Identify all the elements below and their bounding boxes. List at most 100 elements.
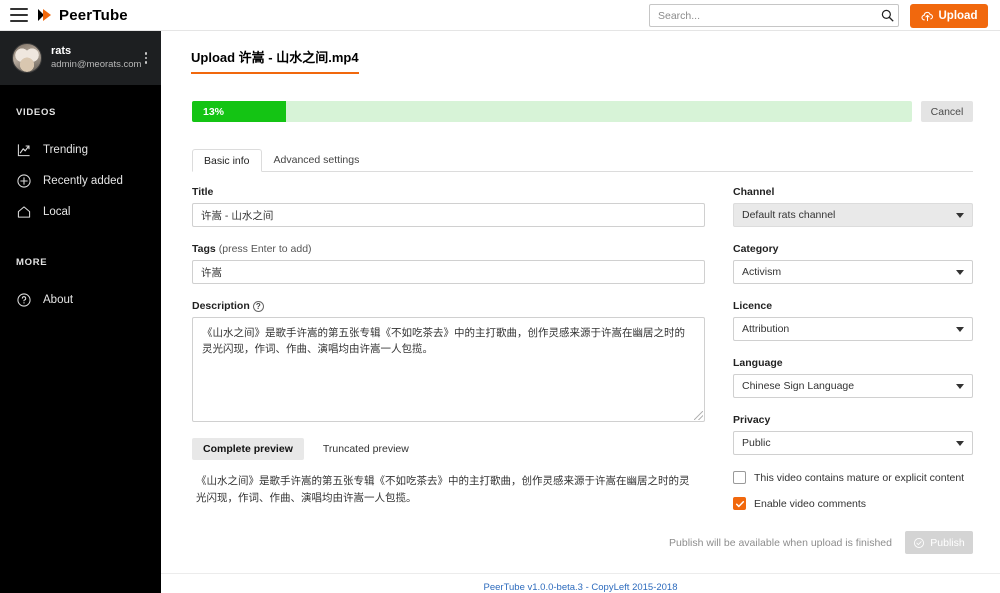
description-field-group: Description ? 《山水之间》是歌手许嵩的第五张专辑《不如吃茶去》中的… xyxy=(192,300,705,422)
chevron-down-icon xyxy=(956,383,964,389)
question-circle-icon xyxy=(16,292,43,308)
chevron-down-icon xyxy=(956,326,964,332)
enable-comments-checkbox[interactable] xyxy=(733,497,746,510)
upload-progress-label: 13% xyxy=(203,105,225,118)
language-field-group: Language Chinese Sign Language xyxy=(733,357,973,398)
publish-note: Publish will be available when upload is… xyxy=(669,536,892,549)
user-name: rats xyxy=(51,44,72,57)
sidebar: rats admin@meorats.com VIDEOS Trending R… xyxy=(0,31,161,593)
search-icon[interactable] xyxy=(876,9,898,22)
language-value: Chinese Sign Language xyxy=(742,380,855,392)
sidebar-heading-videos: VIDEOS xyxy=(16,107,57,118)
licence-value: Attribution xyxy=(742,323,790,335)
upload-button[interactable]: Upload xyxy=(910,4,988,28)
language-select[interactable]: Chinese Sign Language xyxy=(733,374,973,398)
page-title: Upload 许嵩 - 山水之间.mp4 xyxy=(191,47,359,74)
tags-field-group: Tags (press Enter to add) xyxy=(192,243,705,284)
licence-select[interactable]: Attribution xyxy=(733,317,973,341)
more-vertical-icon[interactable] xyxy=(141,52,153,64)
sidebar-item-trending[interactable]: Trending xyxy=(0,134,161,165)
title-field-group: Title xyxy=(192,186,705,227)
publish-button[interactable]: Publish xyxy=(905,531,973,554)
category-label: Category xyxy=(733,243,779,255)
plus-circle-icon xyxy=(16,173,43,189)
form-tabs: Basic info Advanced settings xyxy=(192,149,973,172)
enable-comments-label: Enable video comments xyxy=(754,497,867,510)
footer: PeerTube v1.0.0-beta.3 - CopyLeft 2015-2… xyxy=(161,573,1000,593)
logo-text: PeerTube xyxy=(59,6,128,24)
licence-label: Licence xyxy=(733,300,773,312)
category-select[interactable]: Activism xyxy=(733,260,973,284)
sidebar-item-label: About xyxy=(43,293,74,306)
tab-basic-info[interactable]: Basic info xyxy=(192,149,262,172)
check-icon xyxy=(735,500,744,507)
peertube-logo[interactable]: PeerTube xyxy=(38,7,128,24)
help-circle-icon[interactable]: ? xyxy=(252,300,264,312)
logo-mark-icon xyxy=(38,8,54,23)
title-label: Title xyxy=(192,186,214,198)
publish-button-label: Publish xyxy=(930,536,965,549)
avatar[interactable] xyxy=(12,43,42,73)
chevron-down-icon xyxy=(956,440,964,446)
title-input[interactable] xyxy=(192,203,705,227)
chevron-down-icon xyxy=(956,269,964,275)
sidebar-item-label: Recently added xyxy=(43,174,123,187)
publish-row: Publish will be available when upload is… xyxy=(192,531,973,554)
licence-field-group: Licence Attribution xyxy=(733,300,973,341)
sidebar-item-recently-added[interactable]: Recently added xyxy=(0,165,161,196)
tab-complete-preview[interactable]: Complete preview xyxy=(192,438,304,460)
description-label: Description ? xyxy=(192,300,705,312)
channel-field-group: Channel Default rats channel xyxy=(733,186,973,227)
search-box[interactable] xyxy=(649,4,899,27)
user-email: admin@meorats.com xyxy=(51,59,142,71)
mature-content-checkbox[interactable] xyxy=(733,471,746,484)
privacy-label: Privacy xyxy=(733,414,771,426)
cancel-button[interactable]: Cancel xyxy=(921,101,973,122)
description-preview-text: 《山水之间》是歌手许嵩的第五张专辑《不如吃茶去》中的主打歌曲，创作灵感来源于许嵩… xyxy=(196,475,690,504)
description-wrapper: 《山水之间》是歌手许嵩的第五张专辑《不如吃茶去》中的主打歌曲，创作灵感来源于许嵩… xyxy=(192,317,705,422)
user-info: rats admin@meorats.com xyxy=(51,45,141,72)
page-title-wrap: Upload 许嵩 - 山水之间.mp4 xyxy=(191,47,359,74)
hamburger-icon[interactable] xyxy=(10,8,28,22)
form-right-column: Channel Default rats channel Category Ac… xyxy=(733,186,973,510)
sidebar-item-local[interactable]: Local xyxy=(0,196,161,227)
category-value: Activism xyxy=(742,266,782,278)
form-left-column: Title Tags (press Enter to add) Descript… xyxy=(192,186,705,507)
chevron-down-icon xyxy=(956,212,964,218)
sidebar-heading-more: MORE xyxy=(16,257,48,268)
upload-progress-fill: 13% xyxy=(192,101,286,122)
description-textarea[interactable]: 《山水之间》是歌手许嵩的第五张专辑《不如吃茶去》中的主打歌曲，创作灵感来源于许嵩… xyxy=(192,317,705,422)
check-circle-icon xyxy=(914,537,925,548)
mature-content-checkbox-row[interactable]: This video contains mature or explicit c… xyxy=(733,471,973,484)
sidebar-item-about[interactable]: About xyxy=(0,284,161,315)
main-content: Upload 许嵩 - 山水之间.mp4 13% Cancel Basic in… xyxy=(161,31,1000,593)
upload-progress-row: 13% Cancel xyxy=(192,101,973,122)
tags-input[interactable] xyxy=(192,260,705,284)
privacy-value: Public xyxy=(742,437,771,449)
tags-hint: (press Enter to add) xyxy=(218,243,312,255)
mature-content-label: This video contains mature or explicit c… xyxy=(754,471,965,484)
sidebar-item-label: Trending xyxy=(43,143,88,156)
tab-advanced-settings[interactable]: Advanced settings xyxy=(262,148,372,171)
privacy-select[interactable]: Public xyxy=(733,431,973,455)
upload-progress-bar: 13% xyxy=(192,101,912,122)
description-preview-tabs: Complete preview Truncated preview xyxy=(192,438,705,460)
tab-truncated-preview[interactable]: Truncated preview xyxy=(312,438,420,460)
enable-comments-checkbox-row[interactable]: Enable video comments xyxy=(733,497,973,510)
category-field-group: Category Activism xyxy=(733,243,973,284)
trending-chart-icon xyxy=(16,142,43,158)
search-input[interactable] xyxy=(650,5,876,26)
top-bar: PeerTube Upload xyxy=(0,0,1000,31)
footer-link[interactable]: PeerTube v1.0.0-beta.3 - CopyLeft 2015-2… xyxy=(484,582,678,593)
channel-select[interactable]: Default rats channel xyxy=(733,203,973,227)
sidebar-user-block[interactable]: rats admin@meorats.com xyxy=(0,31,161,85)
channel-label: Channel xyxy=(733,186,775,198)
home-icon xyxy=(16,204,43,220)
cloud-upload-icon xyxy=(920,11,933,21)
language-label: Language xyxy=(733,357,783,369)
channel-value: Default rats channel xyxy=(742,209,836,221)
upload-button-label: Upload xyxy=(938,10,978,22)
sidebar-item-label: Local xyxy=(43,205,71,218)
privacy-field-group: Privacy Public xyxy=(733,414,973,455)
tags-label: Tags (press Enter to add) xyxy=(192,243,312,255)
